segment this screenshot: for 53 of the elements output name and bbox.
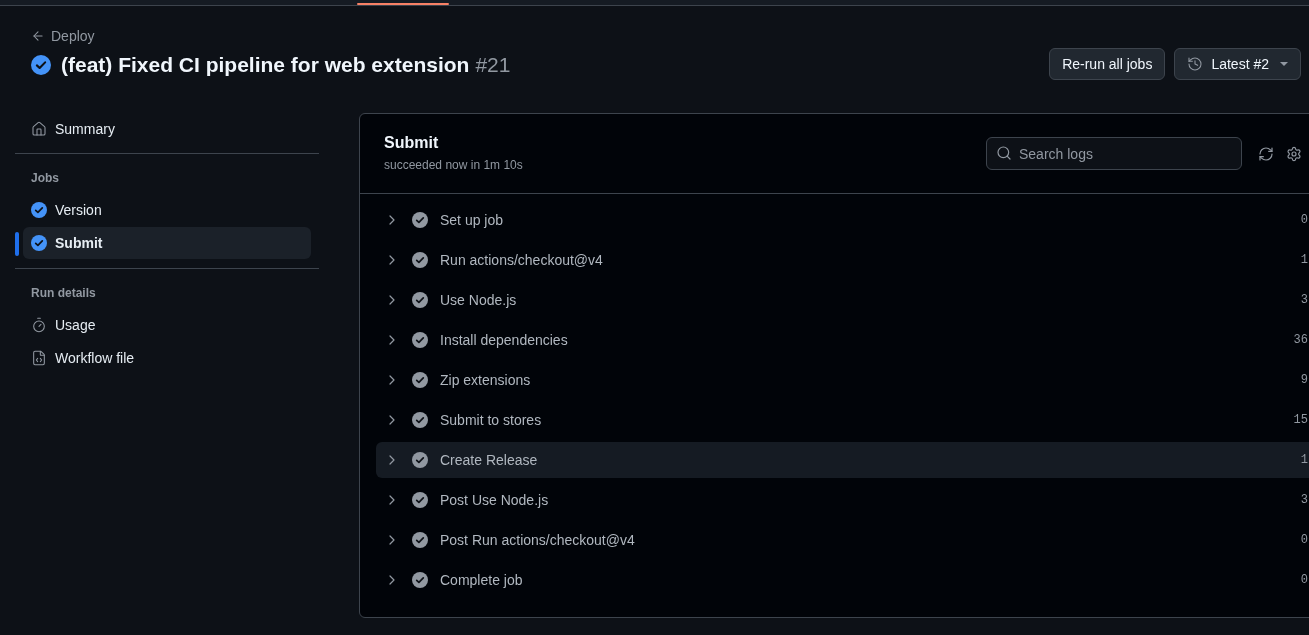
step-duration: 1: [1300, 453, 1308, 467]
job-title: Submit: [384, 132, 439, 153]
step-duration: 0: [1300, 573, 1308, 587]
step-name: Post Use Node.js: [440, 492, 549, 508]
step-row[interactable]: Run actions/checkout@v4 1: [376, 242, 1309, 278]
step-name: Post Run actions/checkout@v4: [440, 532, 635, 548]
step-name: Run actions/checkout@v4: [440, 252, 603, 268]
step-duration: 0: [1300, 533, 1308, 547]
selection-indicator: [15, 232, 19, 256]
step-name: Use Node.js: [440, 292, 517, 308]
step-duration: 36: [1293, 333, 1308, 347]
step-duration: 15: [1293, 413, 1308, 427]
step-duration: 1: [1300, 253, 1308, 267]
rerun-button[interactable]: Re-run all jobs: [1049, 48, 1166, 80]
step-duration: 0: [1300, 213, 1308, 227]
search-field[interactable]: Search logs: [986, 137, 1242, 170]
step-row[interactable]: Complete job 0: [376, 562, 1309, 598]
step-row[interactable]: Use Node.js 3: [376, 282, 1309, 318]
run-number: #21: [475, 53, 511, 77]
history-icon: [1187, 56, 1204, 72]
file-code-icon: [31, 350, 47, 366]
step-name: Zip extensions: [440, 372, 531, 388]
step-duration: 3: [1300, 493, 1308, 507]
run-title: (feat) Fixed CI pipeline for web extension: [61, 53, 470, 77]
sidebar-item[interactable]: Usage: [23, 309, 311, 341]
step-row[interactable]: Set up job 0: [376, 202, 1309, 238]
step-name: Create Release: [440, 452, 538, 468]
step-name: Complete job: [440, 572, 523, 588]
stopwatch-icon: [31, 317, 47, 333]
back-link[interactable]: Deploy: [31, 26, 95, 46]
step-row[interactable]: Create Release 1: [376, 442, 1309, 478]
step-row[interactable]: Post Use Node.js 3: [376, 482, 1309, 518]
sidebar-item[interactable]: Version: [23, 194, 311, 226]
step-row[interactable]: Submit to stores 15: [376, 402, 1309, 438]
home-icon: [31, 121, 47, 137]
step-duration: 9: [1300, 373, 1308, 387]
step-name: Set up job: [440, 212, 504, 228]
step-name: Install dependencies: [440, 332, 568, 348]
sidebar-item[interactable]: Summary: [23, 113, 311, 145]
section-heading: Run details: [30, 285, 97, 302]
step-row[interactable]: Install dependencies 36: [376, 322, 1309, 358]
refresh-icon[interactable]: [1258, 145, 1274, 162]
job-status-text: succeeded now in 1m 10s: [384, 156, 523, 174]
sidebar-item[interactable]: Workflow file: [23, 342, 311, 374]
search-icon: [996, 145, 1012, 161]
attempt-dropdown[interactable]: Latest #2: [1174, 48, 1301, 80]
section-heading: Jobs: [30, 170, 60, 187]
step-row[interactable]: Zip extensions 9: [376, 362, 1309, 398]
step-duration: 3: [1300, 293, 1308, 307]
settings-icon[interactable]: [1286, 145, 1302, 162]
step-name: Submit to stores: [440, 412, 542, 428]
step-row[interactable]: Post Run actions/checkout@v4 0: [376, 522, 1309, 558]
caret-icon: [1280, 62, 1288, 66]
